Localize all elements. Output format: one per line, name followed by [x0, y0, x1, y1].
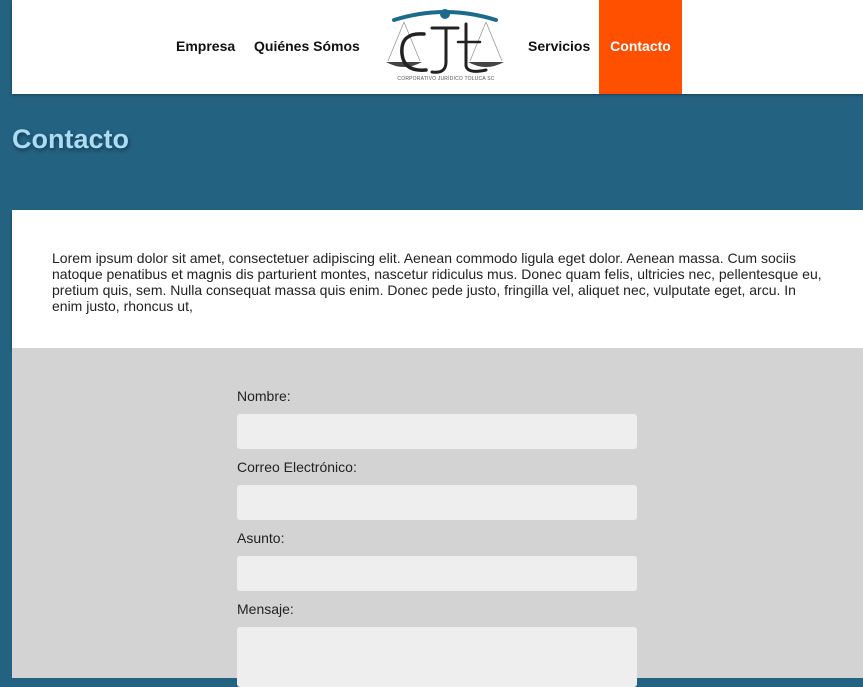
nav-servicios[interactable]: Servicios — [528, 0, 590, 94]
mensaje-label: Mensaje: — [237, 601, 294, 617]
asunto-input[interactable] — [237, 556, 637, 591]
page-title: Contacto — [12, 124, 129, 154]
intro-text: Lorem ipsum dolor sit amet, consectetuer… — [52, 250, 822, 314]
nav-empresa[interactable]: Empresa — [176, 0, 235, 94]
intro-section: Lorem ipsum dolor sit amet, consectetuer… — [12, 210, 863, 348]
contact-form: Nombre: Correo Electrónico: Asunto: Mens… — [12, 348, 863, 687]
asunto-label: Asunto: — [237, 530, 285, 546]
nombre-label: Nombre: — [237, 388, 291, 404]
site-header: Empresa Quiénes Sómos CORPORATIVO JURÍDI… — [12, 0, 863, 94]
nombre-input[interactable] — [237, 414, 637, 449]
correo-input[interactable] — [237, 485, 637, 520]
mensaje-textarea[interactable] — [237, 627, 637, 687]
nav-quienes-somos[interactable]: Quiénes Sómos — [254, 0, 360, 94]
nav-contacto[interactable]: Contacto — [599, 0, 682, 94]
correo-label: Correo Electrónico: — [237, 459, 357, 475]
logo-tagline: CORPORATIVO JURÍDICO TOLUCA SC — [397, 76, 495, 82]
